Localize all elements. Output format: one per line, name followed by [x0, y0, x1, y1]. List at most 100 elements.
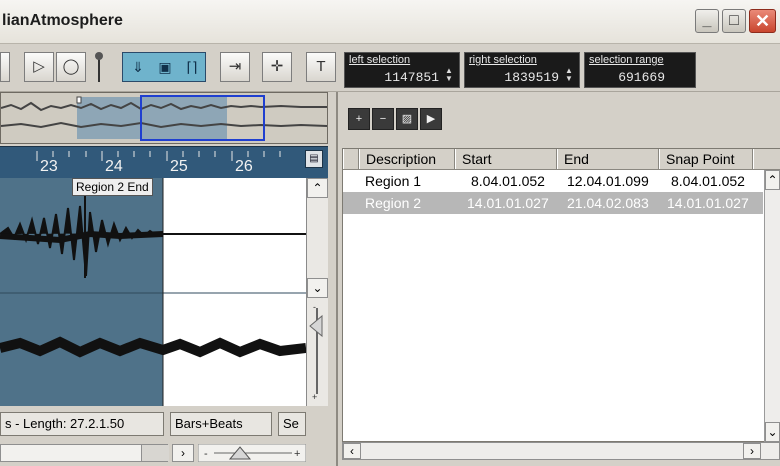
- tool-button-partial[interactable]: [0, 52, 10, 82]
- select-region-icon: ▨: [401, 113, 413, 125]
- svg-text:-: -: [313, 302, 316, 312]
- chevron-down-icon: ⌄: [767, 425, 778, 439]
- remove-region-icon: −: [379, 113, 387, 125]
- table-scroll-down-button[interactable]: ⌄: [765, 422, 780, 442]
- split-tool-button[interactable]: ⇥: [220, 52, 250, 82]
- column-description[interactable]: Description: [359, 149, 455, 169]
- table-vertical-scrollbar[interactable]: ⌃ ⌄: [764, 170, 780, 442]
- right-selection-label: right selection: [469, 54, 537, 66]
- horizontal-zoom-bar: › - +: [0, 440, 336, 466]
- ruler-tick-25: 25: [170, 158, 188, 175]
- row-snap-point: 8.04.01.052: [671, 173, 745, 189]
- add-region-icon: +: [355, 113, 363, 125]
- scroll-right-button[interactable]: ›: [172, 444, 194, 462]
- waveform-graphic: [0, 178, 306, 406]
- chevron-up-icon: ⌃: [312, 181, 323, 195]
- title-bar: lianAtmosphere _ □ ✕: [0, 0, 780, 44]
- overview-waveform: [0, 95, 328, 141]
- snap-down-icon: ⇓: [132, 59, 144, 75]
- svg-text:+: +: [312, 392, 317, 402]
- minimize-button[interactable]: _: [695, 9, 719, 33]
- left-selection-value: 1147851: [384, 70, 439, 85]
- play-region-icon: ▶: [426, 113, 436, 125]
- select-region-button[interactable]: ▨: [396, 108, 418, 130]
- snap-mode-group[interactable]: ⇓ ▣ ⌈⌉: [122, 52, 206, 82]
- region-end-marker-label[interactable]: Region 2 End: [72, 178, 153, 196]
- crosshair-icon: ✛: [270, 58, 284, 75]
- chevron-left-icon: ‹: [350, 444, 354, 458]
- chevron-up-icon: ⌃: [767, 173, 778, 187]
- left-selection-label: left selection: [349, 54, 411, 66]
- vertical-zoom-slider[interactable]: - +: [307, 302, 328, 402]
- row-description: Region 2: [365, 195, 422, 211]
- regions-panel: + − ▨ ▶ Description Start End Snap Point…: [336, 92, 780, 466]
- waveform-vertical-scrollbar[interactable]: ⌃ ⌄ - +: [306, 178, 328, 406]
- ruler-tick-24: 24: [105, 158, 123, 175]
- right-selection-spinner-icon[interactable]: ▲ ▼: [565, 67, 575, 83]
- timeline-ruler[interactable]: 23 24 25 26 ▤: [0, 146, 328, 178]
- column-start[interactable]: Start: [455, 149, 557, 169]
- snap-region-icon: ▣: [158, 59, 172, 75]
- close-button[interactable]: ✕: [749, 9, 776, 33]
- right-selection-value: 1839519: [504, 70, 559, 85]
- snap-bracket-icon: ⌈⌉: [186, 59, 198, 75]
- right-selection-display[interactable]: right selection 1839519 ▲ ▼: [464, 52, 580, 88]
- ruler-tick-23: 23: [40, 158, 58, 175]
- scroll-up-button[interactable]: ⌃: [307, 178, 328, 198]
- left-selection-spinner-icon[interactable]: ▲ ▼: [445, 67, 455, 83]
- add-region-button[interactable]: +: [348, 108, 370, 130]
- chevron-down-icon: ⌄: [312, 281, 323, 295]
- column-end[interactable]: End: [557, 149, 659, 169]
- row-snap-point: 14.01.01.027: [667, 195, 749, 211]
- scrollbar-thumb[interactable]: [141, 445, 169, 461]
- close-icon: ✕: [754, 11, 771, 31]
- row-end: 21.04.02.083: [567, 195, 649, 211]
- minimize-icon: _: [702, 12, 712, 29]
- table-row[interactable]: Region 1 8.04.01.052 12.04.01.099 8.04.0…: [343, 170, 763, 192]
- selection-range-value: 691669: [618, 70, 665, 85]
- chevron-right-icon: ›: [181, 446, 185, 460]
- row-start: 14.01.01.027: [467, 195, 549, 211]
- maximize-button[interactable]: □: [722, 9, 746, 33]
- window-title: lianAtmosphere: [2, 12, 123, 29]
- maximize-icon: □: [729, 12, 739, 29]
- remove-region-button[interactable]: −: [372, 108, 394, 130]
- svg-text:-: -: [204, 448, 208, 460]
- waveform-horizontal-scrollbar[interactable]: [0, 444, 169, 462]
- loop-tool-button[interactable]: ◯: [56, 52, 86, 82]
- loop-icon: ◯: [62, 58, 80, 75]
- horizontal-zoom-slider[interactable]: - +: [198, 444, 306, 462]
- cut-tool-button[interactable]: ✛: [262, 52, 292, 82]
- left-selection-display[interactable]: left selection 1147851 ▲ ▼: [344, 52, 460, 88]
- table-scroll-up-button[interactable]: ⌃: [765, 170, 780, 190]
- chevron-right-icon: ›: [750, 444, 754, 458]
- overview-strip[interactable]: [0, 92, 328, 144]
- status-bar: s - Length: 27.2.1.50 Bars+Beats Se: [0, 410, 336, 438]
- status-extra-cell[interactable]: Se: [278, 412, 306, 436]
- row-start: 8.04.01.052: [471, 173, 545, 189]
- svg-text:+: +: [294, 448, 300, 460]
- play-tool-button[interactable]: ▷: [24, 52, 54, 82]
- table-row[interactable]: Region 2 14.01.01.027 21.04.02.083 14.01…: [343, 192, 763, 214]
- marker-tool-button[interactable]: T: [306, 52, 336, 82]
- table-horizontal-scrollbar[interactable]: ‹ ›: [342, 442, 780, 460]
- play-region-button[interactable]: ▶: [420, 108, 442, 130]
- regions-table: Description Start End Snap Point Region …: [342, 148, 780, 442]
- selection-range-label: selection range: [589, 54, 664, 66]
- table-scroll-right-button[interactable]: ›: [743, 443, 761, 459]
- ruler-options-icon[interactable]: ▤: [305, 150, 323, 168]
- ruler-tick-26: 26: [235, 158, 253, 175]
- column-snap-point[interactable]: Snap Point: [659, 149, 753, 169]
- play-icon: ▷: [33, 58, 45, 75]
- scroll-down-button[interactable]: ⌄: [307, 278, 328, 298]
- row-description: Region 1: [365, 173, 422, 189]
- waveform-display[interactable]: [0, 178, 306, 406]
- row-end: 12.04.01.099: [567, 173, 649, 189]
- split-icon: ⇥: [228, 58, 242, 75]
- table-scroll-left-button[interactable]: ‹: [343, 443, 361, 459]
- table-header: Description Start End Snap Point: [343, 149, 780, 170]
- pin-icon[interactable]: [92, 50, 106, 84]
- time-format-selector[interactable]: Bars+Beats: [170, 412, 272, 436]
- length-readout: s - Length: 27.2.1.50: [0, 412, 164, 436]
- selection-range-display: selection range 691669: [584, 52, 696, 88]
